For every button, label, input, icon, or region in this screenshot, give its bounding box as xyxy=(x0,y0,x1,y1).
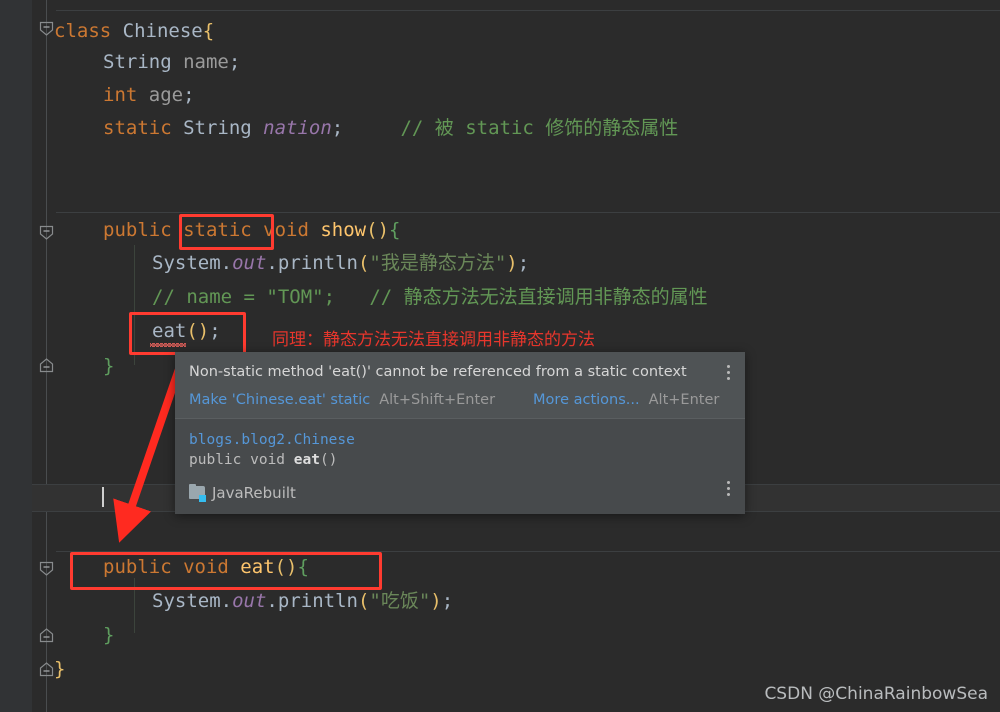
code-token: static xyxy=(103,117,184,139)
code-token: eat xyxy=(240,556,275,578)
code-token: Chinese xyxy=(122,20,203,42)
code-token: out xyxy=(232,590,267,612)
doc-package-path[interactable]: blogs.blog2.Chinese xyxy=(189,431,731,450)
code-token: "吃饭" xyxy=(369,590,431,612)
code-line[interactable]: System.out.println("我是静态方法"); xyxy=(152,254,529,273)
code-token: "我是静态方法" xyxy=(369,252,507,274)
code-token: ) xyxy=(506,252,518,274)
code-token: println xyxy=(277,590,358,612)
popup-error-message: Non-static method 'eat()' cannot be refe… xyxy=(189,364,687,380)
code-token: System xyxy=(152,590,221,612)
code-token: . xyxy=(266,252,278,274)
code-token: { xyxy=(389,219,401,241)
code-token: ; xyxy=(517,252,530,274)
make-static-shortcut: Alt+Shift+Enter xyxy=(379,392,496,408)
code-token: ( xyxy=(357,252,370,274)
code-token: println xyxy=(277,252,358,274)
doc-module-row: JavaRebuilt xyxy=(189,484,731,502)
code-token: } xyxy=(103,624,115,646)
vertical-dots-icon[interactable] xyxy=(727,481,731,496)
code-line[interactable]: } xyxy=(54,660,65,679)
code-token: nation xyxy=(263,117,332,139)
code-token: public xyxy=(103,556,184,578)
module-folder-icon xyxy=(189,484,206,502)
popup-doc-section: blogs.blog2.Chinese public void eat() Ja… xyxy=(175,419,745,514)
code-line[interactable]: public void eat(){ xyxy=(103,558,309,577)
code-token: . xyxy=(266,590,278,612)
annotation-note-same-reason: 同理：静态方法无法直接调用非静态的方法 xyxy=(272,330,595,350)
code-token: age xyxy=(148,84,184,106)
code-token: () xyxy=(186,320,210,342)
popup-action-row: Make 'Chinese.eat' static Alt+Shift+Ente… xyxy=(189,392,731,408)
module-name-label: JavaRebuilt xyxy=(212,484,296,502)
code-token: eat xyxy=(152,320,187,342)
code-token: } xyxy=(54,658,66,680)
doc-method-signature: public void eat() xyxy=(189,450,731,470)
code-token: show xyxy=(320,219,367,241)
code-line[interactable]: eat(); xyxy=(152,322,221,341)
code-token: name xyxy=(183,51,229,73)
doc-signature-suffix: () xyxy=(319,452,338,468)
code-line[interactable]: public static void show(){ xyxy=(103,221,400,240)
code-token: // 被 static 修饰的静态属性 xyxy=(343,117,679,139)
code-token: () xyxy=(274,556,298,578)
code-token: . xyxy=(220,252,233,274)
code-token: ; xyxy=(331,117,344,139)
code-token: ) xyxy=(430,590,442,612)
error-squiggle xyxy=(150,343,186,347)
make-static-action-link[interactable]: Make 'Chinese.eat' static xyxy=(189,392,370,408)
code-token: String xyxy=(103,51,184,73)
inspection-popup[interactable]: Non-static method 'eat()' cannot be refe… xyxy=(175,352,745,514)
code-line[interactable]: } xyxy=(103,626,114,645)
code-token: { xyxy=(297,556,309,578)
code-token: ; xyxy=(209,320,221,342)
code-line[interactable]: } xyxy=(103,357,114,376)
code-token: int xyxy=(103,84,149,106)
doc-signature-prefix: public void xyxy=(189,452,294,468)
code-token: ; xyxy=(228,51,241,73)
code-token: // name = "TOM"; // 静态方法无法直接调用非静态的属性 xyxy=(152,286,708,308)
code-token: ; xyxy=(441,590,454,612)
code-token: . xyxy=(220,590,233,612)
code-token: { xyxy=(202,20,215,42)
code-token: System xyxy=(152,252,221,274)
code-token: public xyxy=(103,219,184,241)
code-token: void xyxy=(263,219,321,241)
code-token: ; xyxy=(183,84,195,106)
doc-signature-method: eat xyxy=(293,452,320,468)
ide-editor-screenshot: class Chinese{String name; int age; static… xyxy=(0,0,1000,712)
code-line[interactable]: class Chinese{ xyxy=(54,22,214,41)
popup-message-section: Non-static method 'eat()' cannot be refe… xyxy=(175,352,745,418)
more-actions-shortcut: Alt+Enter xyxy=(648,392,720,408)
code-token: out xyxy=(232,252,267,274)
code-token: () xyxy=(366,219,390,241)
code-token: class xyxy=(54,20,123,42)
code-line[interactable]: static String nation; // 被 static 修饰的静态属… xyxy=(103,119,678,138)
code-token: void xyxy=(183,556,241,578)
code-token: String xyxy=(183,117,264,139)
vertical-dots-icon[interactable] xyxy=(727,365,731,380)
code-token: static xyxy=(183,219,264,241)
code-line[interactable]: String name; xyxy=(103,53,240,72)
code-line[interactable]: // name = "TOM"; // 静态方法无法直接调用非静态的属性 xyxy=(152,288,708,307)
watermark-text: CSDN @ChinaRainbowSea xyxy=(764,684,988,704)
more-actions-link[interactable]: More actions... xyxy=(533,392,640,408)
code-line[interactable]: System.out.println("吃饭"); xyxy=(152,592,453,611)
code-line[interactable]: int age; xyxy=(103,86,195,105)
code-token: ( xyxy=(357,590,370,612)
code-token: } xyxy=(103,355,115,377)
